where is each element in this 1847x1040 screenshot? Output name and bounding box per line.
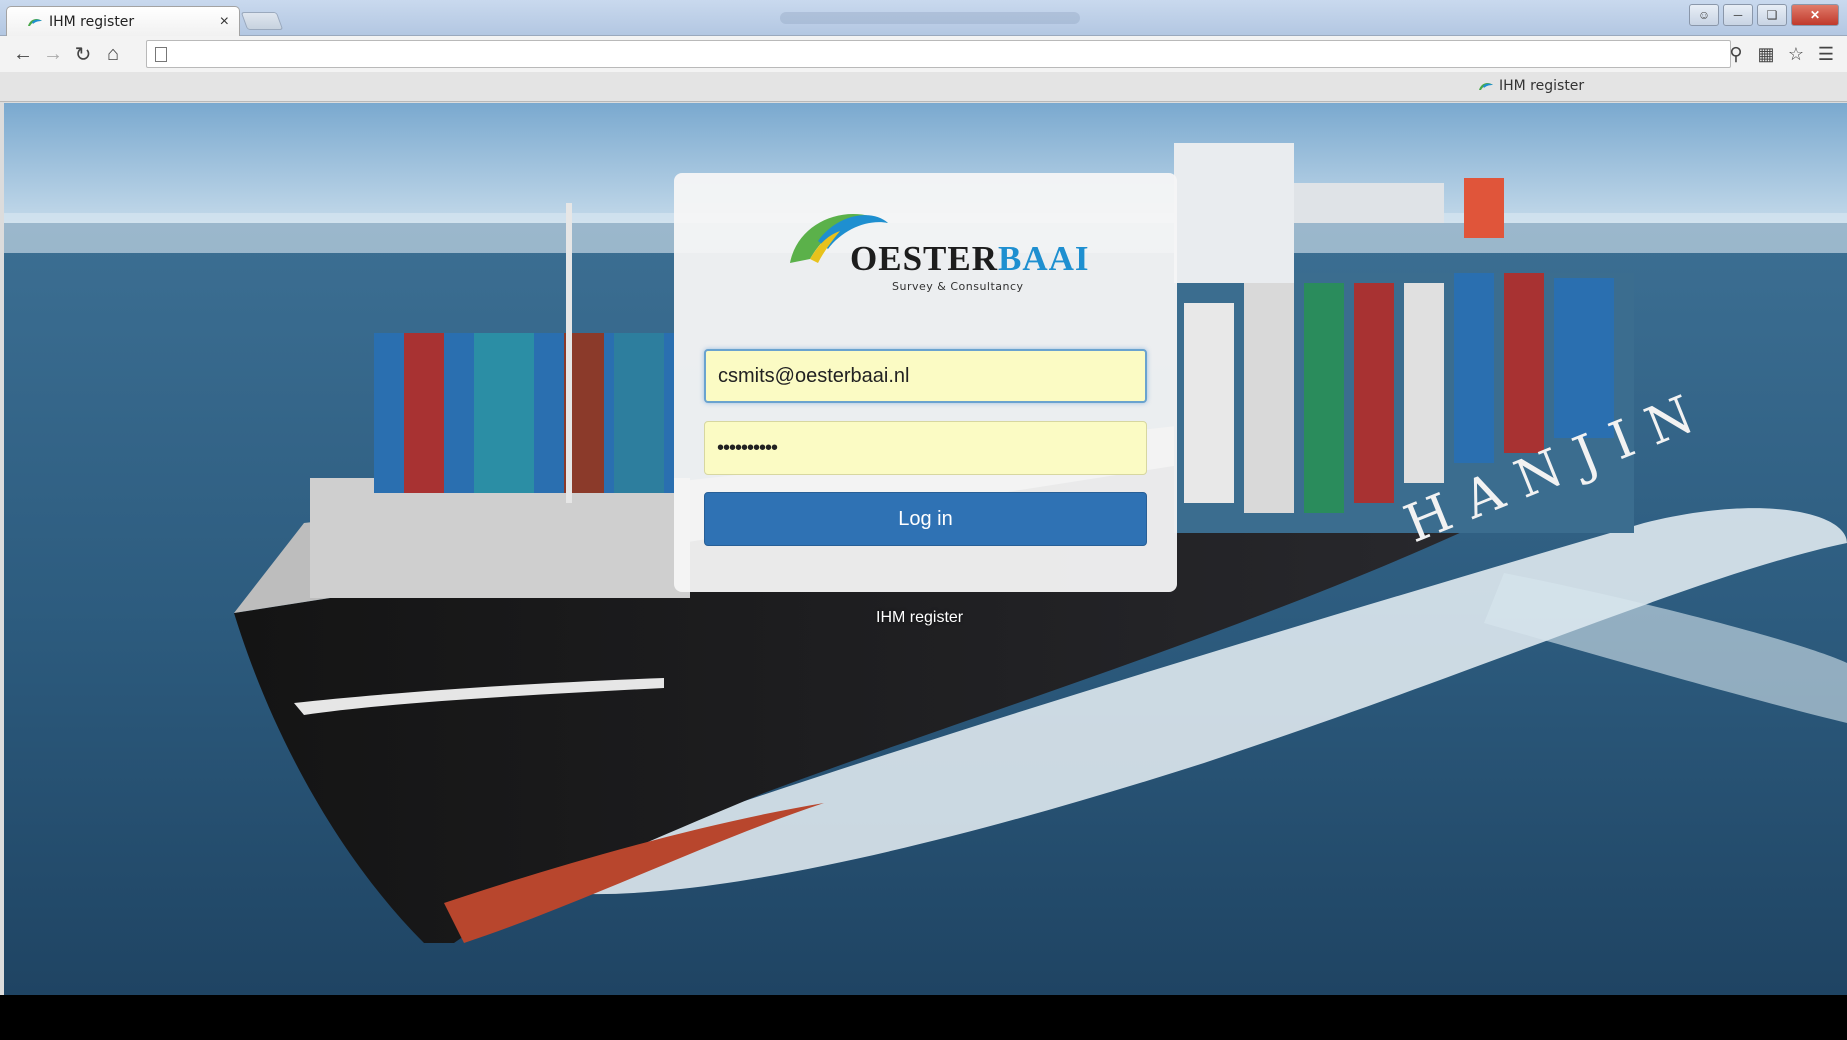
window-controls: ☺ ─ ❏ ✕ bbox=[1689, 4, 1839, 26]
oesterbaai-favicon-icon bbox=[28, 18, 42, 26]
key-icon[interactable]: ⚲ bbox=[1725, 40, 1747, 68]
translate-icon[interactable]: ▦ bbox=[1755, 40, 1777, 68]
logo-tagline: Survey & Consultancy bbox=[892, 280, 1024, 293]
forward-arrow-icon[interactable]: → bbox=[38, 39, 68, 69]
bookmarks-bar: IHM register bbox=[0, 72, 1847, 102]
footer-app-label: IHM register bbox=[876, 609, 964, 626]
tab-close-icon[interactable]: × bbox=[220, 13, 229, 31]
logo-word-oester: OESTER bbox=[850, 239, 998, 278]
star-icon[interactable]: ☆ bbox=[1785, 40, 1807, 68]
toolbar-actions: ⚲ ▦ ☆ ☰ bbox=[1725, 40, 1837, 68]
oesterbaai-favicon-icon bbox=[1479, 82, 1493, 90]
bookmark-label: IHM register bbox=[1499, 78, 1585, 94]
browser-window: IHM register × ☺ ─ ❏ ✕ ← → ↻ ⌂ ⚲ ▦ ☆ ☰ I… bbox=[0, 0, 1847, 995]
login-panel: OESTERBAAI Survey & Consultancy csmits@o… bbox=[674, 173, 1177, 592]
email-value: csmits@oesterbaai.nl bbox=[718, 364, 910, 387]
password-field[interactable]: •••••••••• bbox=[704, 421, 1147, 475]
taskbar bbox=[0, 995, 1847, 1040]
reload-icon[interactable]: ↻ bbox=[68, 39, 98, 69]
oesterbaai-logo: OESTERBAAI Survey & Consultancy bbox=[788, 201, 1089, 293]
close-window-icon[interactable]: ✕ bbox=[1791, 4, 1839, 26]
logo-word-baai: BAAI bbox=[998, 239, 1090, 278]
page-content: HANJIN OESTERBAAI Survey & Consultancy c… bbox=[4, 103, 1847, 995]
tab-title: IHM register bbox=[49, 13, 135, 30]
login-button[interactable]: Log in bbox=[704, 492, 1147, 546]
password-value: •••••••••• bbox=[717, 436, 778, 459]
minimize-icon[interactable]: ─ bbox=[1723, 4, 1753, 26]
page-icon bbox=[155, 46, 167, 62]
back-arrow-icon[interactable]: ← bbox=[8, 39, 38, 69]
new-tab-button[interactable] bbox=[240, 12, 284, 30]
home-icon[interactable]: ⌂ bbox=[98, 39, 128, 69]
profile-icon[interactable]: ☺ bbox=[1689, 4, 1719, 26]
menu-icon[interactable]: ☰ bbox=[1815, 40, 1837, 68]
window-title-blur bbox=[780, 12, 1080, 24]
email-field[interactable]: csmits@oesterbaai.nl bbox=[704, 349, 1147, 403]
restore-icon[interactable]: ❏ bbox=[1757, 4, 1787, 26]
browser-tab[interactable]: IHM register × bbox=[6, 6, 240, 36]
bookmark-ihm-register[interactable]: IHM register bbox=[1478, 78, 1584, 94]
logo-wordmark: OESTERBAAI bbox=[850, 239, 1090, 279]
browser-toolbar: ← → ↻ ⌂ ⚲ ▦ ☆ ☰ bbox=[0, 36, 1847, 72]
address-bar[interactable] bbox=[146, 40, 1731, 68]
tab-strip: IHM register × ☺ ─ ❏ ✕ bbox=[0, 0, 1847, 36]
